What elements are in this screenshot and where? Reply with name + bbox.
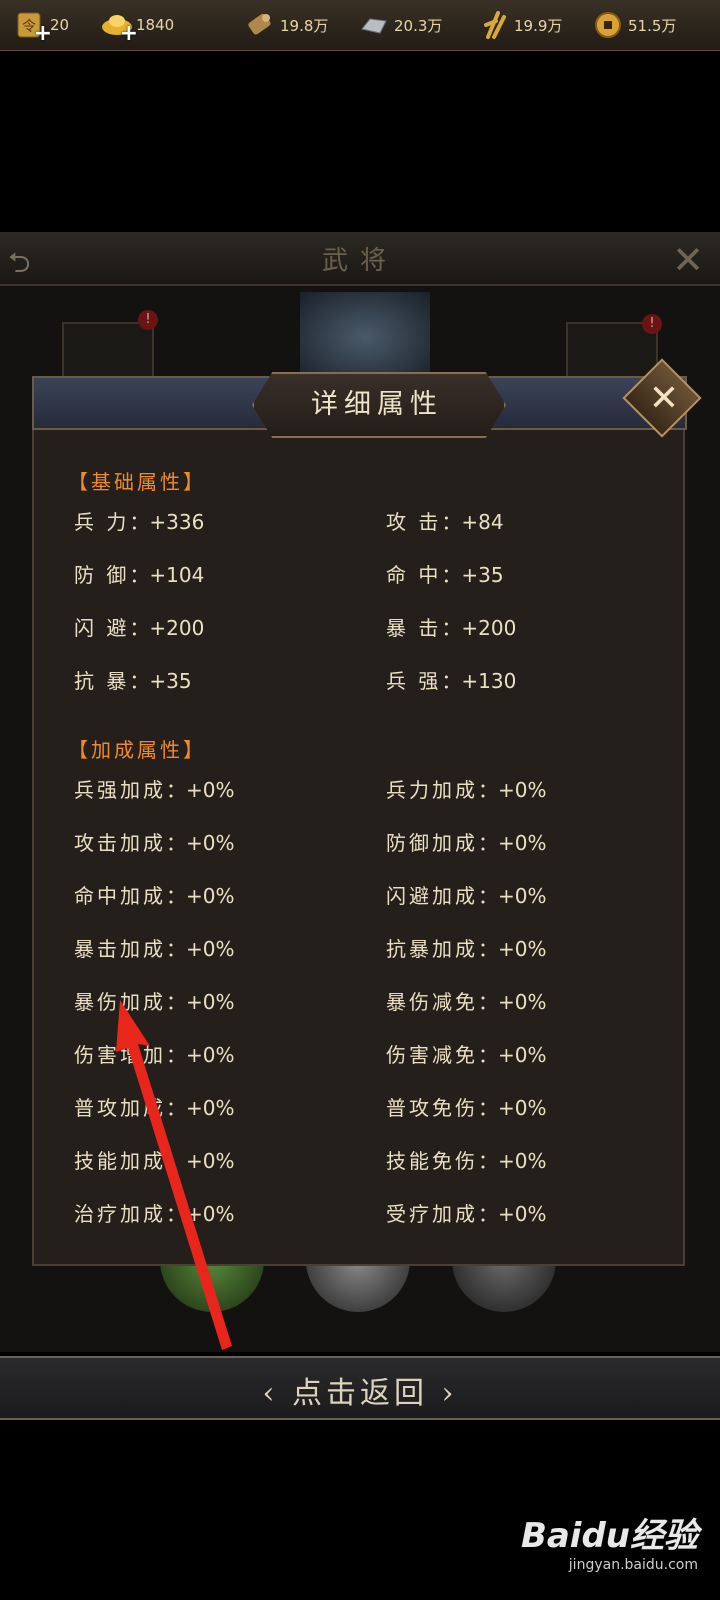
watermark-logo: Baidu经验 bbox=[520, 1516, 698, 1556]
annotation-arrow bbox=[116, 1000, 232, 1350]
watermark-url: jingyan.baidu.com bbox=[568, 1557, 698, 1573]
watermark: Baidu经验 jingyan.baidu.com bbox=[521, 1508, 698, 1573]
